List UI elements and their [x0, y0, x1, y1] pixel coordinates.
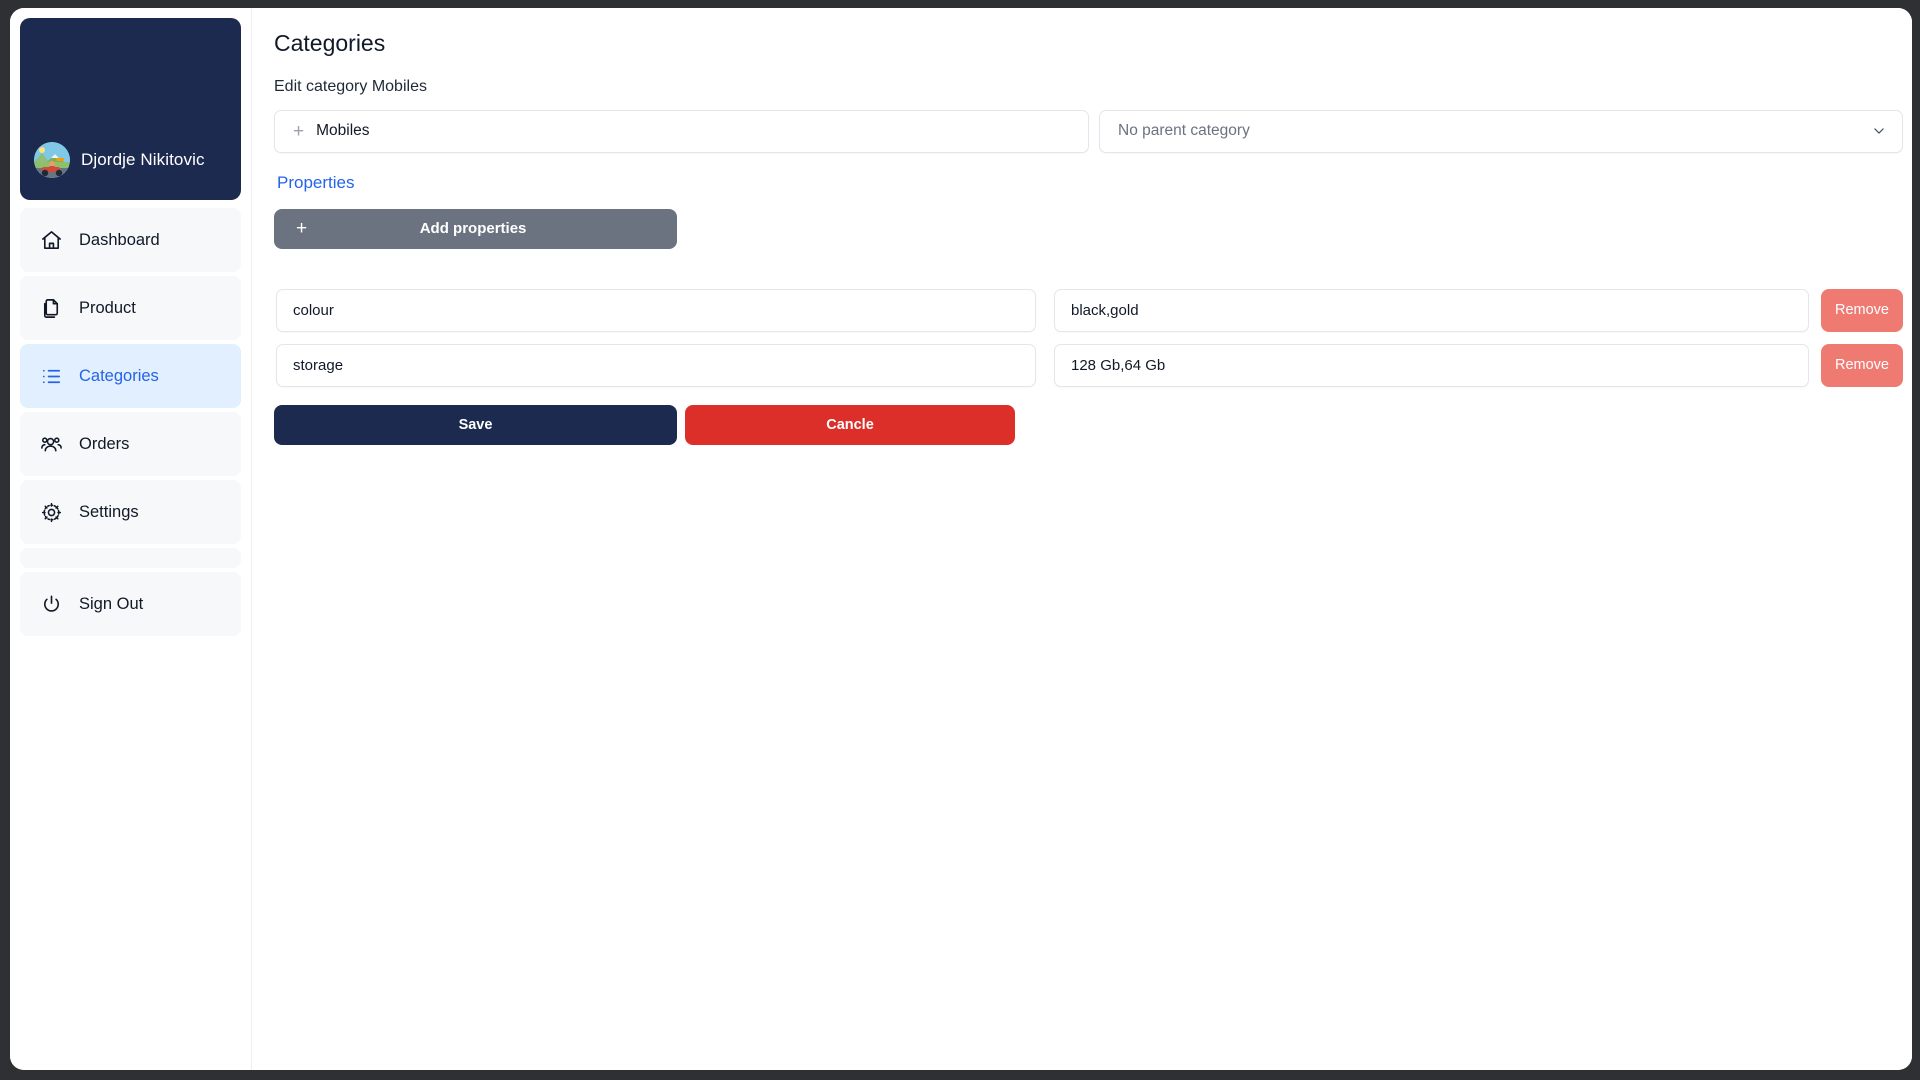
- chevron-down-icon: [1872, 124, 1886, 138]
- sign-out-button[interactable]: Sign Out: [20, 572, 241, 636]
- sidebar: Djordje Nikitovic Dashboard Product Cate…: [10, 8, 252, 1070]
- gear-icon: [40, 501, 63, 524]
- edit-category-subtitle: Edit category Mobiles: [274, 77, 427, 95]
- page-title: Categories: [274, 30, 386, 56]
- property-name-value: storage: [293, 356, 344, 374]
- property-name-input[interactable]: storage: [276, 343, 1036, 387]
- sidebar-item-orders[interactable]: Orders: [20, 412, 241, 476]
- property-values-value: black,gold: [1071, 301, 1139, 319]
- users-icon: [40, 433, 63, 456]
- window-frame: Djordje Nikitovic Dashboard Product Cate…: [0, 0, 1920, 1080]
- sign-out-label: Sign Out: [79, 594, 144, 613]
- sidebar-nav: Dashboard Product Categories Orders Sett…: [20, 208, 241, 572]
- go-kart-avatar-icon: [34, 142, 70, 178]
- home-icon: [40, 229, 63, 252]
- documents-icon: [40, 297, 63, 320]
- remove-property-button[interactable]: Remove: [1821, 288, 1903, 332]
- save-button[interactable]: Save: [274, 404, 677, 445]
- property-row: storage 128 Gb,64 Gb Remove: [276, 343, 1903, 387]
- profile-name: Djordje Nikitovic: [81, 150, 205, 169]
- profile-card: Djordje Nikitovic: [20, 18, 241, 200]
- parent-category-value: No parent category: [1118, 122, 1250, 140]
- property-name-value: colour: [293, 301, 334, 319]
- property-values-value: 128 Gb,64 Gb: [1071, 356, 1166, 374]
- list-icon: [40, 365, 63, 388]
- sidebar-item-categories[interactable]: Categories: [20, 344, 241, 408]
- category-name-input[interactable]: + Mobiles: [274, 109, 1089, 153]
- property-name-input[interactable]: colour: [276, 288, 1036, 332]
- property-values-input[interactable]: 128 Gb,64 Gb: [1054, 343, 1809, 387]
- page-root: Djordje Nikitovic Dashboard Product Cate…: [10, 8, 1912, 1070]
- sidebar-item-label: Categories: [79, 366, 159, 385]
- sidebar-item-label: Product: [79, 298, 136, 317]
- plus-icon: +: [293, 120, 305, 142]
- cancel-button[interactable]: Cancle: [685, 404, 1015, 445]
- power-icon: [40, 593, 63, 616]
- main-content: Categories Edit category Mobiles + Mobil…: [252, 8, 1912, 1070]
- properties-heading: Properties: [277, 172, 355, 192]
- sidebar-item-settings[interactable]: Settings: [20, 480, 241, 544]
- add-properties-label: Add properties: [419, 220, 527, 238]
- sidebar-empty-area: [20, 548, 241, 568]
- category-name-value: Mobiles: [316, 122, 370, 140]
- plus-icon: +: [296, 218, 308, 240]
- sidebar-item-dashboard[interactable]: Dashboard: [20, 208, 241, 272]
- sidebar-item-label: Orders: [79, 434, 130, 453]
- parent-category-select[interactable]: No parent category: [1099, 109, 1903, 153]
- property-row: colour black,gold Remove: [276, 288, 1903, 332]
- properties-list: colour black,gold Remove storage 128 Gb,…: [274, 288, 1903, 387]
- profile-row: Djordje Nikitovic: [34, 142, 205, 178]
- sidebar-item-label: Settings: [79, 502, 139, 521]
- add-properties-button[interactable]: + Add properties: [274, 208, 677, 249]
- form-actions: Save Cancle: [274, 404, 1903, 445]
- sidebar-item-product[interactable]: Product: [20, 276, 241, 340]
- remove-property-button[interactable]: Remove: [1821, 343, 1903, 387]
- property-values-input[interactable]: black,gold: [1054, 288, 1809, 332]
- sidebar-item-label: Dashboard: [79, 230, 160, 249]
- category-name-row: + Mobiles No parent category: [274, 109, 1903, 153]
